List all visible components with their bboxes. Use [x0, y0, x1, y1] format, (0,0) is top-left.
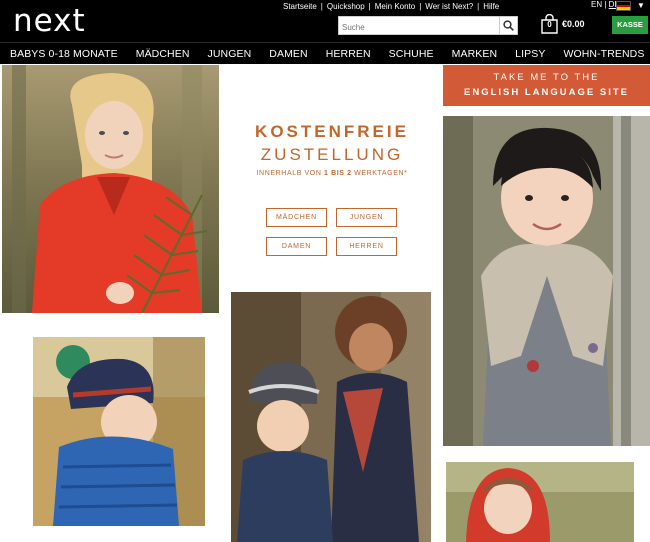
promo-delivery-note: INNERHALB VON 1 BIS 2 WERKTAGEN*	[256, 170, 408, 177]
banner-line-1: TAKE ME TO THE	[493, 72, 600, 83]
nav-item-marken[interactable]: MARKEN	[452, 48, 498, 60]
search-icon	[503, 20, 514, 31]
photo-girl-red-coat[interactable]	[2, 65, 219, 313]
nav-item-damen[interactable]: DAMEN	[269, 48, 307, 60]
shopping-bag-icon[interactable]: 0	[540, 13, 559, 34]
chevron-down-icon[interactable]: ▼	[634, 0, 648, 12]
photo-two-boys-forest[interactable]	[231, 292, 431, 542]
promo-button-damen[interactable]: DAMEN	[266, 237, 327, 256]
nav-item-wohn-trends[interactable]: WOHN-TRENDS	[563, 48, 644, 60]
photo-toddler-fur-vest[interactable]	[443, 116, 650, 446]
search-box	[338, 16, 518, 36]
nav-item-lipsy[interactable]: LIPSY	[515, 48, 545, 60]
lang-en-link[interactable]: EN	[591, 0, 602, 9]
nav-item-herren[interactable]: HERREN	[326, 48, 371, 60]
photo-boy-pompom-hat[interactable]	[33, 337, 205, 526]
search-input[interactable]	[339, 19, 499, 36]
search-button[interactable]	[499, 17, 517, 34]
nav-item-maedchen[interactable]: MÄDCHEN	[136, 48, 190, 60]
promo-button-jungen[interactable]: JUNGEN	[336, 208, 397, 227]
top-link-account[interactable]: Mein Konto	[375, 2, 415, 11]
top-link-about[interactable]: Wer ist Next?	[425, 2, 473, 11]
top-links: Startseite | Quickshop | Mein Konto | Wer i…	[283, 1, 500, 11]
nav-item-schuhe[interactable]: SCHUHE	[389, 48, 434, 60]
promo-button-maedchen[interactable]: MÄDCHEN	[266, 208, 327, 227]
checkout-button[interactable]: KASSE	[612, 16, 648, 34]
logo[interactable]: next	[13, 3, 86, 39]
header-bar: next Startseite | Quickshop | Mein Konto | …	[0, 0, 650, 42]
german-flag-icon[interactable]	[616, 1, 631, 11]
promo-button-herren[interactable]: HERREN	[336, 237, 397, 256]
bag-count: 0	[547, 20, 552, 29]
promo-title: KOSTENFREIE	[255, 122, 409, 141]
top-link-home[interactable]: Startseite	[283, 2, 317, 11]
nav-item-jungen[interactable]: JUNGEN	[208, 48, 252, 60]
bag-total: €0.00	[562, 19, 585, 29]
photo-child-red-hood[interactable]	[446, 462, 634, 542]
main-nav: BABYS 0-18 MONATE MÄDCHEN JUNGEN DAMEN H…	[0, 42, 650, 64]
promo-subtitle: ZUSTELLUNG	[260, 145, 404, 164]
nav-item-babys[interactable]: BABYS 0-18 MONATE	[10, 48, 118, 60]
top-link-help[interactable]: Hilfe	[483, 2, 499, 11]
banner-line-2: ENGLISH LANGUAGE SITE	[464, 87, 629, 98]
top-link-quickshop[interactable]: Quickshop	[327, 2, 365, 11]
english-site-banner[interactable]: TAKE ME TO THE ENGLISH LANGUAGE SITE	[443, 65, 650, 106]
